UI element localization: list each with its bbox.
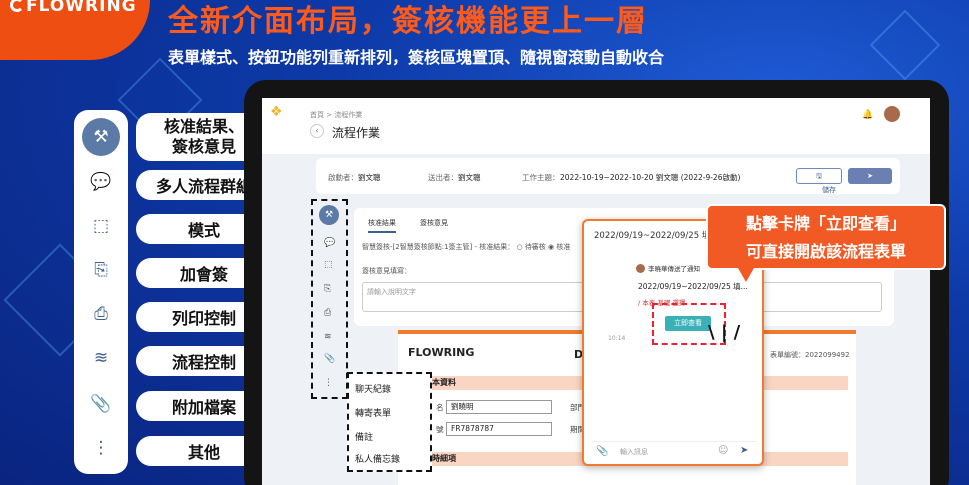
chat-header: 2022/09/19~2022/09/25 填... <box>594 231 719 241</box>
form-rail-highlight <box>311 199 348 399</box>
logo-c-icon <box>10 0 24 12</box>
id-field[interactable]: FR7878787 <box>446 422 552 436</box>
app-logo-icon: ❖ <box>270 104 283 120</box>
avatar[interactable] <box>884 106 900 122</box>
chat-input[interactable]: 📎 輸入訊息 ☺ ➤ <box>592 441 756 459</box>
callout-banner: 點擊卡牌「立即查看」 可直接開啟該流程表單 <box>706 204 946 282</box>
form-info-bar: 啟動者： 劉文聰 送出者： 劉文聰 工作主題： 2022-10-19~2022-… <box>316 158 900 194</box>
menu-chat-history[interactable]: 聊天紀錄 <box>355 382 391 395</box>
menu-note[interactable]: 備註 <box>355 430 373 443</box>
pointer-hand-icon: ☝ <box>724 338 751 389</box>
print-icon[interactable]: ⎙ <box>74 302 128 326</box>
send-icon[interactable]: ➤ <box>740 445 748 456</box>
bell-icon[interactable]: 🔔 <box>862 110 873 120</box>
radio-pending[interactable]: ○ 待審核 <box>516 243 545 251</box>
menu-forward-form[interactable]: 轉寄表單 <box>355 406 391 419</box>
page-heading: 全新介面布局，簽核機能更上一層 <box>168 4 648 39</box>
name-field[interactable]: 劉曉明 <box>446 400 552 414</box>
page-subheading: 表單樣式、按鈕功能列重新排列，簽核區塊置頂、隨視窗滾動自動收合 <box>168 48 665 67</box>
page-title: 流程作業 <box>332 126 381 140</box>
chat-icon[interactable]: 💬 <box>74 170 128 194</box>
send-button[interactable]: ➤ 送出 <box>848 168 892 194</box>
flowring-logo: FLOWRING <box>10 0 137 16</box>
tab-opinion[interactable]: 簽核意見 <box>420 218 448 228</box>
more-menu: 聊天紀錄 轉寄表單 備註 私人備忘錄 <box>347 372 432 472</box>
more-icon[interactable]: ⋮ <box>74 436 128 460</box>
radio-approve[interactable]: ◉ 核准 <box>548 243 570 251</box>
flow-icon[interactable]: ≋ <box>74 346 128 370</box>
add-sign-icon[interactable]: ⎘ <box>74 258 128 282</box>
feature-rail: ⚒ 💬 ⬚ ⎘ ⎙ ≋ 📎 ⋮ <box>74 110 128 474</box>
attachment-icon[interactable]: 📎 <box>596 446 608 457</box>
avatar <box>636 264 645 273</box>
chat-from: 李曉華傳送了通知 <box>636 263 700 273</box>
opinion-label: 簽核意見填寫： <box>362 267 411 275</box>
chat-message: 2022/09/19~2022/09/25 填... <box>638 282 748 291</box>
menu-private-memo[interactable]: 私人備忘錄 <box>355 452 400 465</box>
approval-line: 智慧簽核-[2智慧簽核節點:1簽主管] - 核准結果： ○ 待審核 ◉ 核准 <box>362 243 571 251</box>
save-button[interactable]: 🖫 儲存 <box>796 168 842 194</box>
emoji-icon[interactable]: ☺ <box>718 445 728 456</box>
breadcrumb[interactable]: 首頁 > 流程作業 <box>310 110 362 120</box>
template-icon[interactable]: ⬚ <box>74 214 128 238</box>
back-icon[interactable]: ‹ <box>310 124 324 138</box>
doc-number: 表單編號：2022099492 <box>770 351 850 359</box>
tab-result[interactable]: 核准結果 <box>368 218 396 233</box>
approve-hammer-icon[interactable]: ⚒ <box>82 118 120 156</box>
attachment-icon[interactable]: 📎 <box>74 392 128 416</box>
doc-logo: FLOWRING <box>408 346 475 359</box>
app-topbar: ❖ 首頁 > 流程作業 ‹ 流程作業 🔔 <box>262 98 930 154</box>
chat-time: 10:14 <box>608 335 626 342</box>
